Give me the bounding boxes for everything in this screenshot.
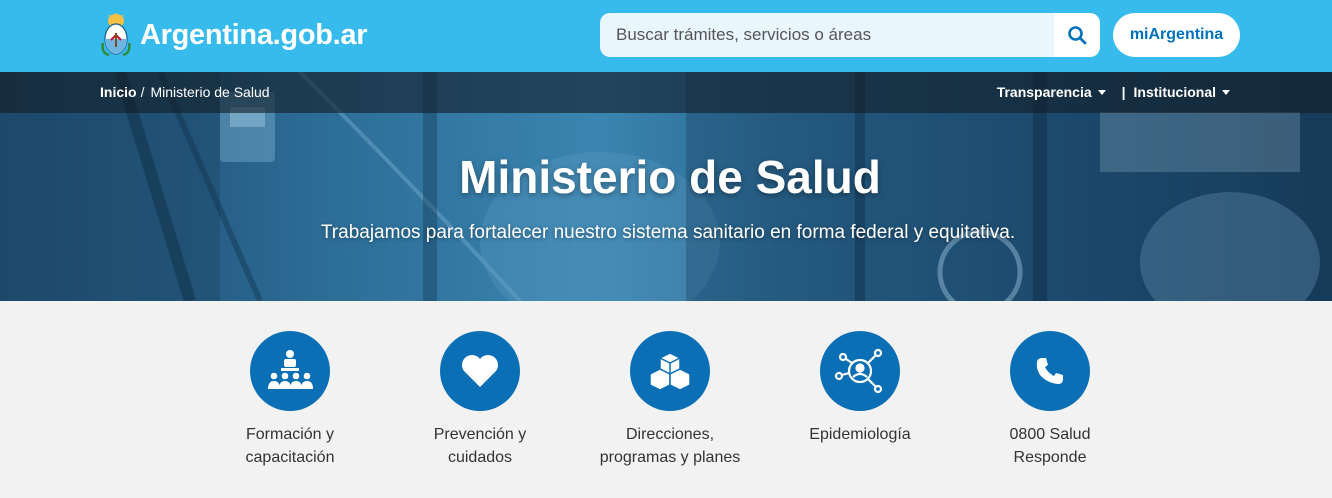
page-title: Ministerio de Salud bbox=[459, 151, 881, 203]
card-label-line: cuidados bbox=[447, 449, 513, 466]
network-person-icon bbox=[834, 348, 883, 394]
card-label-line: Epidemiología bbox=[809, 426, 911, 443]
caret-down-icon bbox=[1222, 89, 1230, 95]
card-label: Epidemiología bbox=[770, 423, 950, 446]
breadcrumb-home-link[interactable]: Inicio bbox=[100, 84, 137, 100]
card-prevencion[interactable]: Prevención y cuidados bbox=[390, 331, 570, 469]
page-subtitle: Trabajamos para fortalecer nuestro siste… bbox=[320, 222, 1016, 243]
menu-separator: | bbox=[1121, 84, 1126, 100]
hero-nav-bar: Inicio / Ministerio de Salud Transparenc… bbox=[0, 72, 1332, 113]
training-icon bbox=[268, 350, 313, 389]
card-icon-circle bbox=[820, 331, 900, 411]
card-icon-circle bbox=[250, 331, 330, 411]
quick-links: Formación y capacitación Prevención y cu… bbox=[0, 301, 1332, 498]
phone-icon bbox=[1036, 358, 1063, 384]
card-label-line: Direcciones, bbox=[625, 426, 715, 443]
card-label-line: Formación y bbox=[245, 426, 335, 443]
heart-icon bbox=[462, 355, 498, 387]
brand-name: Argentina.gob.ar bbox=[140, 18, 368, 51]
card-label: Direcciones, programas y planes bbox=[580, 423, 760, 469]
mi-argentina-button[interactable]: miArgentina bbox=[1113, 13, 1240, 57]
card-label-line: programas y planes bbox=[599, 449, 741, 466]
search-box bbox=[600, 13, 1100, 57]
card-label-line: Prevención y bbox=[433, 426, 527, 443]
card-label: Formación y capacitación bbox=[200, 423, 380, 469]
card-label: Prevención y cuidados bbox=[390, 423, 570, 469]
top-bar: Argentina.gob.ar miArgentina bbox=[0, 0, 1332, 72]
card-icon-circle bbox=[630, 331, 710, 411]
hero-menu: Transparencia | Institucional bbox=[997, 84, 1230, 100]
card-label: 0800 Salud Responde bbox=[960, 423, 1140, 469]
card-label-line: 0800 Salud bbox=[1009, 426, 1091, 443]
card-formacion[interactable]: Formación y capacitación bbox=[200, 331, 380, 469]
transparencia-dropdown[interactable]: Transparencia bbox=[997, 84, 1106, 100]
card-label-line: capacitación bbox=[245, 449, 335, 466]
breadcrumb: Inicio / Ministerio de Salud bbox=[100, 84, 270, 100]
breadcrumb-separator: / bbox=[140, 84, 145, 100]
card-label-line: Responde bbox=[1013, 449, 1087, 466]
card-0800-salud[interactable]: 0800 Salud Responde bbox=[960, 331, 1140, 469]
search-button[interactable] bbox=[1054, 13, 1100, 57]
card-icon-circle bbox=[440, 331, 520, 411]
institucional-label: Institucional bbox=[1133, 84, 1216, 100]
boxes-icon bbox=[649, 352, 691, 391]
coat-of-arms-icon bbox=[101, 13, 131, 57]
search-input[interactable] bbox=[600, 13, 1054, 57]
caret-down-icon bbox=[1097, 89, 1106, 95]
card-icon-circle bbox=[1010, 331, 1090, 411]
hero-banner: Inicio / Ministerio de Salud Transparenc… bbox=[0, 72, 1332, 301]
card-epidemiologia[interactable]: Epidemiología bbox=[770, 331, 950, 446]
search-icon bbox=[1068, 26, 1087, 45]
brand-link[interactable]: Argentina.gob.ar bbox=[100, 12, 368, 58]
card-direcciones[interactable]: Direcciones, programas y planes bbox=[580, 331, 760, 469]
institucional-dropdown[interactable]: Institucional bbox=[1134, 84, 1230, 100]
transparencia-label: Transparencia bbox=[996, 84, 1092, 100]
breadcrumb-current: Ministerio de Salud bbox=[150, 84, 270, 100]
